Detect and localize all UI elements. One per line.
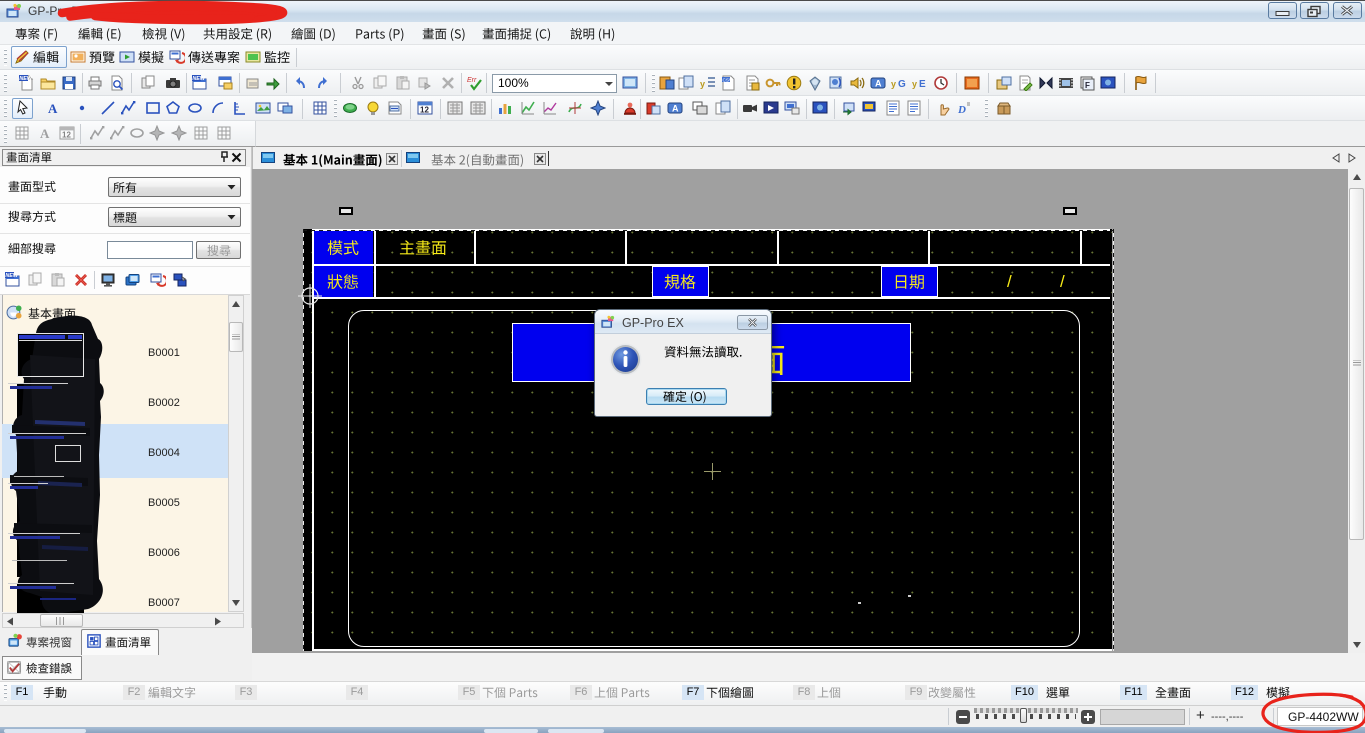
svg-text:y: y	[700, 79, 705, 89]
svg-text:A: A	[48, 101, 58, 116]
svg-text:y: y	[912, 79, 917, 89]
svg-text:G: G	[898, 79, 906, 90]
svg-text:NEW: NEW	[192, 76, 205, 82]
svg-text:12: 12	[420, 106, 429, 115]
svg-text:F: F	[1085, 81, 1090, 90]
svg-text:A: A	[875, 79, 882, 89]
svg-text:NEW: NEW	[19, 76, 32, 82]
svg-text:CSV: CSV	[723, 77, 733, 82]
svg-text:E: E	[919, 79, 926, 90]
svg-text:A: A	[672, 104, 679, 114]
svg-text:A: A	[40, 126, 50, 141]
svg-text:12: 12	[62, 131, 71, 140]
svg-text:NEW: NEW	[5, 273, 18, 279]
svg-text:y: y	[891, 79, 896, 89]
svg-text:D: D	[957, 104, 966, 116]
svg-text:Err: Err	[467, 77, 477, 84]
